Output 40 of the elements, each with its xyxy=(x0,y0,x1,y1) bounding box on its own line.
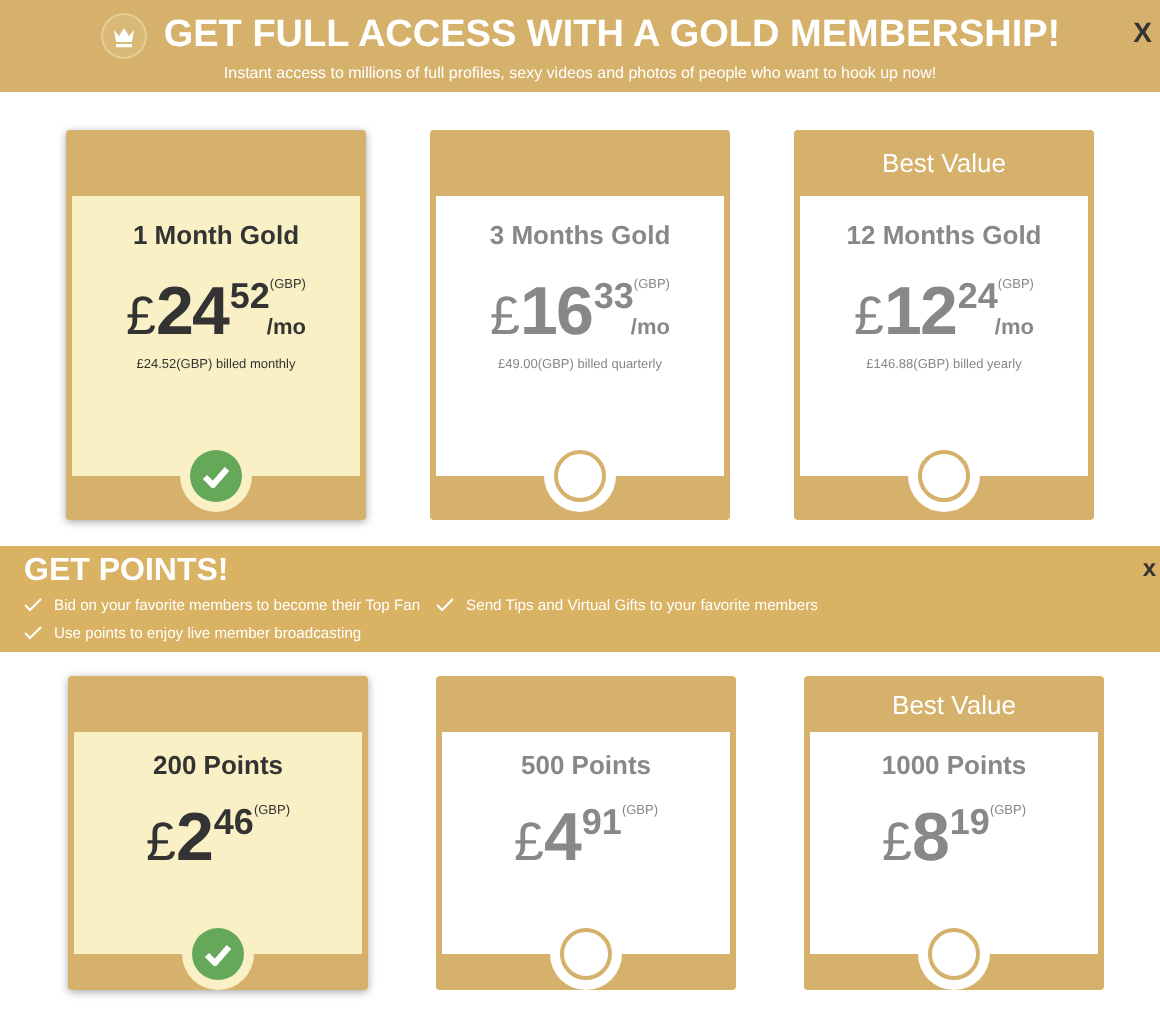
best-value-label: Best Value xyxy=(882,148,1006,178)
plan-name: 1 Month Gold xyxy=(132,220,300,250)
plan-name: 200 Points xyxy=(152,750,284,780)
per-month-label: /mo xyxy=(994,318,1034,340)
currency-symbol: £ xyxy=(881,816,912,870)
section-title: GET POINTS! xyxy=(24,552,231,590)
currency-symbol: £ xyxy=(145,816,176,870)
selected-check[interactable] xyxy=(190,450,242,502)
currency-symbol: £ xyxy=(513,816,544,870)
currency-symbol: £ xyxy=(126,290,157,344)
banner-title: GET FULL ACCESS WITH A GOLD MEMBERSHIP! xyxy=(163,14,1061,58)
check-icon xyxy=(202,465,230,487)
price-cents: 33 xyxy=(593,278,634,314)
selected-check[interactable] xyxy=(192,928,244,980)
price-cents: 46 xyxy=(213,804,254,840)
check-icon xyxy=(204,943,232,965)
close-button[interactable]: X xyxy=(1133,16,1152,48)
per-month-label: /mo xyxy=(630,318,670,340)
per-month-label: /mo xyxy=(266,318,306,340)
crown-icon xyxy=(99,12,148,60)
plan-name: 1000 Points xyxy=(881,750,1027,780)
best-value-label: Best Value xyxy=(892,689,1016,719)
price-whole: 2 xyxy=(176,804,212,872)
price-whole: 12 xyxy=(884,278,956,346)
banner-subtitle: Instant access to millions of full profiles, sexy videos and photos of people who want to hook up now! xyxy=(221,64,939,82)
close-button[interactable]: x xyxy=(1142,554,1156,582)
plan-name: 12 Months Gold xyxy=(846,220,1042,250)
price-whole: 24 xyxy=(156,278,228,346)
price-cents: 24 xyxy=(957,278,998,314)
check-icon xyxy=(436,597,455,611)
plan-name: 500 Points xyxy=(520,750,652,780)
price-cents: 91 xyxy=(581,804,622,840)
currency-symbol: £ xyxy=(854,290,885,344)
price-cents: 19 xyxy=(949,804,990,840)
price-whole: 4 xyxy=(544,804,580,872)
currency-symbol: £ xyxy=(490,290,521,344)
price-whole: 16 xyxy=(520,278,592,346)
price-whole: 8 xyxy=(912,804,948,872)
price-cents: 52 xyxy=(229,278,270,314)
plan-name: 3 Months Gold xyxy=(489,220,671,250)
